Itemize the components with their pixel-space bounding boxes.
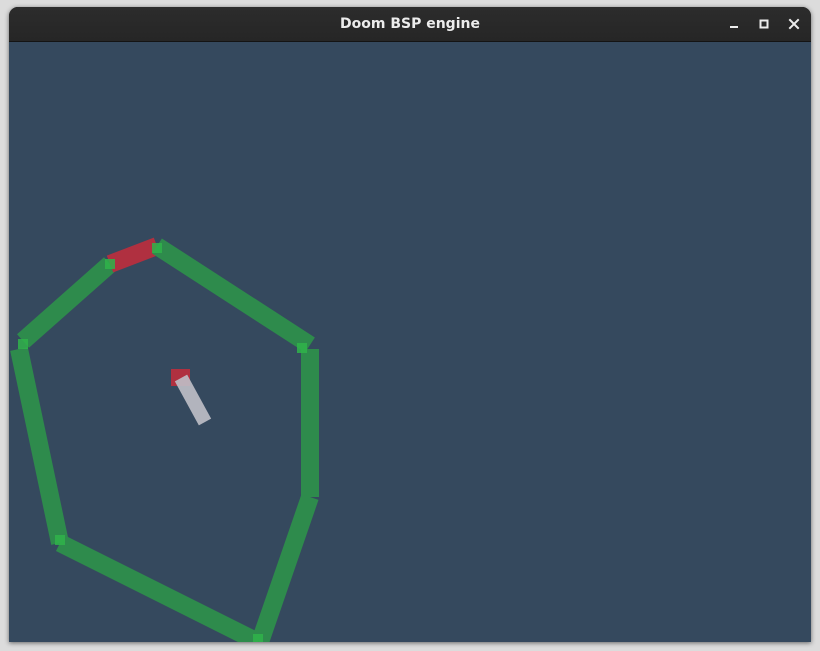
close-button[interactable]: [783, 13, 805, 35]
vertex-marker-6: [253, 634, 263, 642]
maximize-button[interactable]: [753, 13, 775, 35]
vertex-marker-5: [55, 535, 65, 545]
render-canvas[interactable]: [9, 42, 811, 642]
close-icon: [788, 18, 800, 30]
window-title: Doom BSP engine: [340, 16, 480, 32]
minimize-icon: [728, 18, 740, 30]
minimize-button[interactable]: [723, 13, 745, 35]
vertex-marker-2: [105, 259, 115, 269]
vertex-marker-3: [152, 243, 162, 253]
app-window: Doom BSP engine: [9, 7, 811, 642]
map-background: [9, 42, 811, 642]
maximize-icon: [758, 18, 770, 30]
map-view: [9, 42, 811, 642]
title-bar[interactable]: Doom BSP engine: [9, 7, 811, 42]
vertex-marker-4: [297, 343, 307, 353]
vertex-marker-1: [18, 339, 28, 349]
